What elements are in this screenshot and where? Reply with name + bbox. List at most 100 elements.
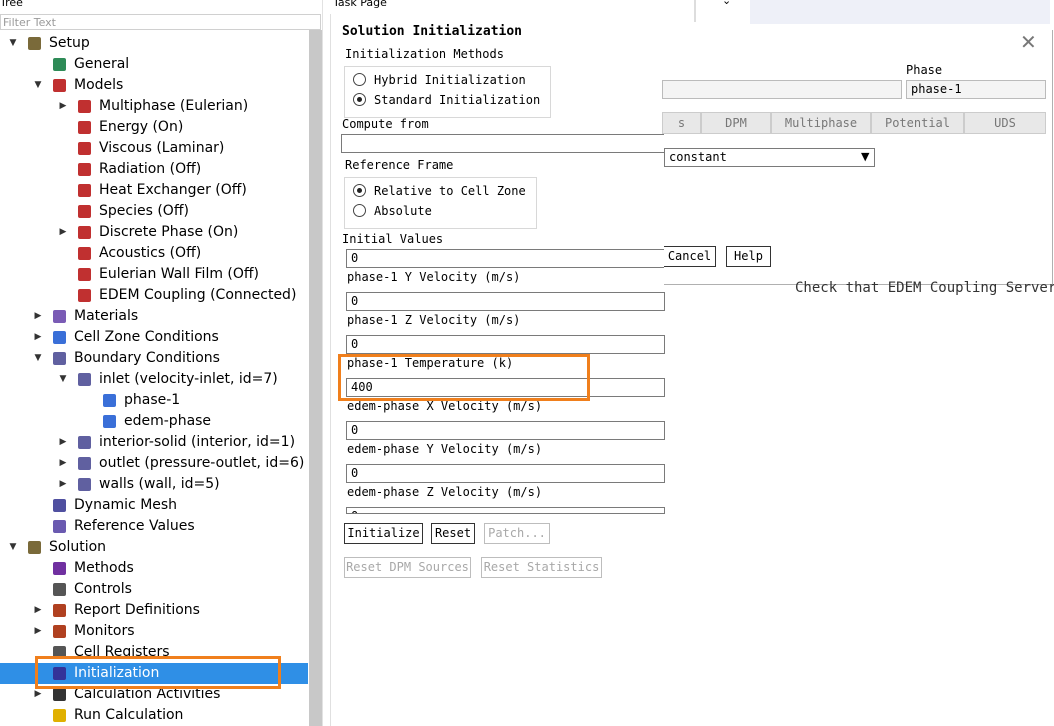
task-page-header: Task Page bbox=[333, 0, 387, 9]
tree-item[interactable]: Eulerian Wall Film (Off) bbox=[0, 264, 308, 285]
outline-tree-panel: Tree Filter Text ▼ Setup General ▼ Models ▶ Mu… bbox=[0, 0, 325, 726]
tree-item-label: Dynamic Mesh bbox=[74, 497, 178, 513]
chevron-down-icon[interactable]: ▼ bbox=[861, 150, 869, 163]
initial-value-input[interactable]: 0 bbox=[346, 335, 665, 354]
absolute-radio[interactable] bbox=[353, 204, 366, 217]
expand-right-icon[interactable]: ▶ bbox=[58, 474, 68, 495]
energy-icon bbox=[78, 121, 91, 134]
tab-s[interactable]: s bbox=[662, 112, 701, 134]
expand-down-icon[interactable]: ▼ bbox=[8, 33, 18, 54]
initial-value-input[interactable]: 0 bbox=[346, 421, 665, 440]
absolute-label[interactable]: Absolute bbox=[374, 204, 432, 218]
tree-item[interactable]: EDEM Coupling (Connected) bbox=[0, 285, 308, 306]
tree-item-label: Methods bbox=[74, 560, 134, 576]
tree-item[interactable]: ▶ Multiphase (Eulerian) bbox=[0, 96, 308, 117]
tree-item[interactable]: ▼ Models bbox=[0, 75, 308, 96]
tree-item[interactable]: ▼ Setup bbox=[0, 33, 308, 54]
tree-item[interactable]: Methods bbox=[0, 558, 308, 579]
tree-item-label: interior-solid (interior, id=1) bbox=[99, 434, 296, 450]
tree-item[interactable]: Energy (On) bbox=[0, 117, 308, 138]
tree-item[interactable]: phase-1 bbox=[0, 390, 308, 411]
expand-right-icon[interactable]: ▶ bbox=[58, 96, 68, 117]
temperature-highlight bbox=[338, 354, 590, 401]
expand-right-icon[interactable]: ▶ bbox=[33, 327, 43, 348]
close-icon[interactable]: ✕ bbox=[1020, 30, 1037, 54]
relative-label[interactable]: Relative to Cell Zone bbox=[374, 184, 526, 198]
reset-statistics-button[interactable]: Reset Statistics bbox=[481, 557, 602, 578]
tree-item-label: General bbox=[74, 56, 130, 72]
reference-frame-label: Reference Frame bbox=[345, 158, 454, 172]
tree-item[interactable]: ▶ outlet (pressure-outlet, id=6) bbox=[0, 453, 308, 474]
tree-item[interactable]: ▶ Cell Zone Conditions bbox=[0, 327, 308, 348]
standard-label[interactable]: Standard Initialization bbox=[374, 93, 540, 107]
tree-item[interactable]: ▶ Materials bbox=[0, 306, 308, 327]
initial-value-input[interactable]: 0 bbox=[346, 464, 665, 483]
cell-zone-icon bbox=[53, 331, 66, 344]
tree-item[interactable]: Viscous (Laminar) bbox=[0, 138, 308, 159]
boundary-dialog: ✕ Phase phase-1 s DPM Multiphase Potenti… bbox=[662, 30, 1053, 285]
initialize-button[interactable]: Initialize bbox=[344, 523, 423, 544]
expand-down-icon[interactable]: ▼ bbox=[8, 537, 18, 558]
tree-item[interactable]: ▼ Solution bbox=[0, 537, 308, 558]
tree-item[interactable]: Heat Exchanger (Off) bbox=[0, 180, 308, 201]
help-button[interactable]: Help bbox=[726, 246, 771, 267]
hybrid-label[interactable]: Hybrid Initialization bbox=[374, 73, 526, 87]
tree-item[interactable]: Reference Values bbox=[0, 516, 308, 537]
chevron-down-icon[interactable]: ⌄ bbox=[722, 0, 731, 7]
phase-field[interactable]: phase-1 bbox=[906, 80, 1046, 99]
tree-scrollbar[interactable] bbox=[309, 30, 322, 726]
tree-item-label: Acoustics (Off) bbox=[99, 245, 202, 261]
tree-item[interactable]: ▼ inlet (velocity-inlet, id=7) bbox=[0, 369, 308, 390]
tree-item[interactable]: ▶ Discrete Phase (On) bbox=[0, 222, 308, 243]
zone-name-field[interactable] bbox=[662, 80, 902, 99]
tree-item[interactable]: Run Calculation bbox=[0, 705, 308, 726]
relative-radio[interactable] bbox=[353, 184, 366, 197]
tree-filter-input[interactable]: Filter Text bbox=[0, 14, 321, 30]
tab-dpm[interactable]: DPM bbox=[701, 112, 771, 134]
tree-item-label: Solution bbox=[49, 539, 107, 555]
tab-uds[interactable]: UDS bbox=[964, 112, 1046, 134]
tree-item-label: EDEM Coupling (Connected) bbox=[99, 287, 297, 303]
tree-item[interactable]: edem-phase bbox=[0, 411, 308, 432]
multiphase-icon bbox=[78, 100, 91, 113]
expand-down-icon[interactable]: ▼ bbox=[33, 75, 43, 96]
expand-right-icon[interactable]: ▶ bbox=[33, 600, 43, 621]
tree-item[interactable]: ▶ Report Definitions bbox=[0, 600, 308, 621]
tree-item[interactable]: Dynamic Mesh bbox=[0, 495, 308, 516]
expand-right-icon[interactable]: ▶ bbox=[58, 432, 68, 453]
expand-right-icon[interactable]: ▶ bbox=[58, 453, 68, 474]
tree-item-label: Setup bbox=[49, 35, 90, 51]
compute-from-select[interactable] bbox=[341, 134, 665, 153]
initial-value-input[interactable]: 0 bbox=[346, 507, 665, 514]
initial-value-input[interactable]: 0 bbox=[346, 292, 665, 311]
tab-multiphase[interactable]: Multiphase bbox=[771, 112, 871, 134]
expand-down-icon[interactable]: ▼ bbox=[58, 369, 68, 390]
tree-item[interactable]: Controls bbox=[0, 579, 308, 600]
tree-item-label: Models bbox=[74, 77, 124, 93]
tree-item[interactable]: General bbox=[0, 54, 308, 75]
hybrid-radio[interactable] bbox=[353, 73, 366, 86]
cancel-button[interactable]: Cancel bbox=[664, 246, 716, 267]
reset-button[interactable]: Reset bbox=[431, 523, 475, 544]
patch-button[interactable]: Patch... bbox=[484, 523, 550, 544]
tree-item[interactable]: ▶ walls (wall, id=5) bbox=[0, 474, 308, 495]
standard-radio[interactable] bbox=[353, 93, 366, 106]
tab-potential[interactable]: Potential bbox=[871, 112, 964, 134]
expand-down-icon[interactable]: ▼ bbox=[33, 348, 43, 369]
discrete-phase-icon bbox=[78, 226, 91, 239]
reset-dpm-sources-button[interactable]: Reset DPM Sources bbox=[344, 557, 471, 578]
toolbar-divider bbox=[694, 0, 696, 22]
expand-right-icon[interactable]: ▶ bbox=[58, 222, 68, 243]
tree-item[interactable]: ▶ Monitors bbox=[0, 621, 308, 642]
walls-icon bbox=[78, 478, 91, 491]
tree-item[interactable]: Species (Off) bbox=[0, 201, 308, 222]
expand-right-icon[interactable]: ▶ bbox=[33, 621, 43, 642]
wall-film-icon bbox=[78, 268, 91, 281]
tree-item[interactable]: ▶ interior-solid (interior, id=1) bbox=[0, 432, 308, 453]
tree-item[interactable]: Acoustics (Off) bbox=[0, 243, 308, 264]
initial-value-input[interactable]: 0 bbox=[346, 249, 665, 268]
method-select[interactable]: constant bbox=[664, 148, 875, 167]
tree-item[interactable]: ▼ Boundary Conditions bbox=[0, 348, 308, 369]
tree-item[interactable]: Radiation (Off) bbox=[0, 159, 308, 180]
expand-right-icon[interactable]: ▶ bbox=[33, 306, 43, 327]
